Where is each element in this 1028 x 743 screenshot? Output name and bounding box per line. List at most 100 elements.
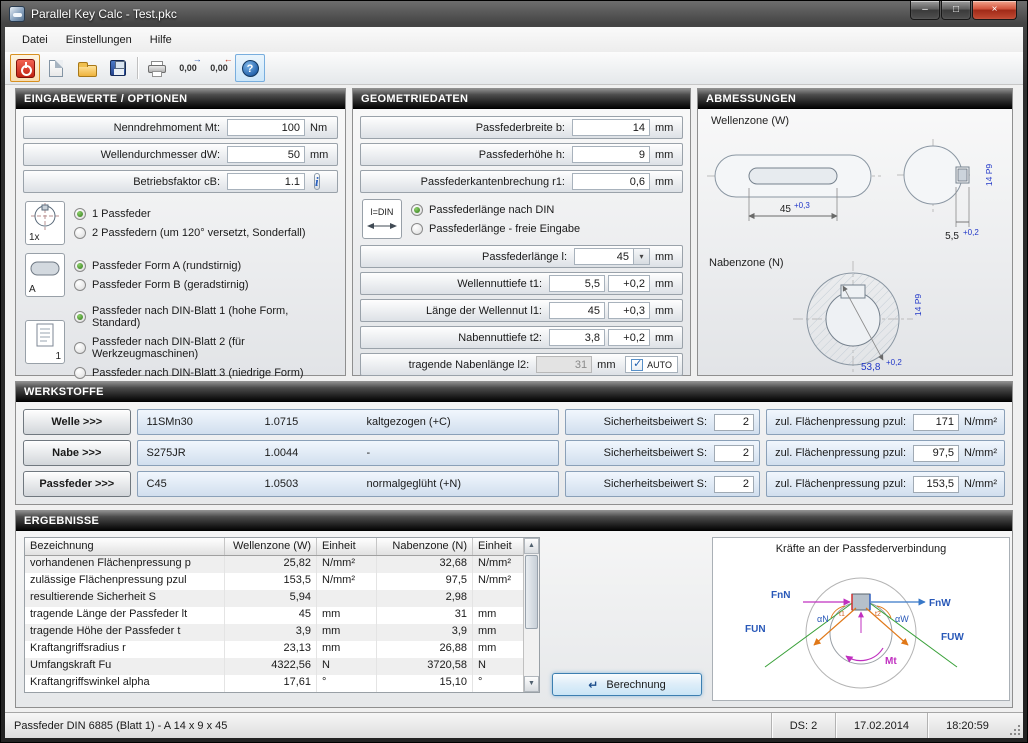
nabe-material-field[interactable]: S275JR 1.0044 - xyxy=(137,440,559,466)
status-date: 17.02.2014 xyxy=(835,713,927,738)
info-button[interactable] xyxy=(314,173,320,190)
resize-grip[interactable] xyxy=(1007,713,1023,738)
material-row-passfeder: Passfeder >>> C45 1.0503 normalgeglüht (… xyxy=(23,471,1005,497)
radio-form-a[interactable]: Passfeder Form A (rundstirnig) xyxy=(74,260,249,272)
radio-form-b[interactable]: Passfeder Form B (geradstirnig) xyxy=(74,279,249,291)
passfederbreite-input[interactable]: 14 xyxy=(572,119,650,136)
material-number: 1.0044 xyxy=(265,447,367,459)
radio-icon xyxy=(74,279,86,291)
radio-laenge-din[interactable]: Passfederlänge nach DIN xyxy=(411,204,580,216)
passfeder-safety-input[interactable]: 2 xyxy=(714,476,754,493)
radio-icon xyxy=(411,204,423,216)
exit-icon xyxy=(16,59,35,78)
passfeder-form-group: A Passfeder Form A (rundstirnig) Passfed… xyxy=(25,253,338,297)
radio-icon xyxy=(411,223,423,235)
hub-dia-dim: 53,8 xyxy=(861,362,881,373)
radio-din-blatt-2[interactable]: Passfeder nach DIN-Blatt 2 (für Werkzeug… xyxy=(74,336,338,360)
help-button[interactable]: ? xyxy=(235,54,265,82)
passfeder-button[interactable]: Passfeder >>> xyxy=(23,471,131,497)
wellendurchmesser-input[interactable]: 50 xyxy=(227,146,305,163)
scroll-up-icon[interactable]: ▲ xyxy=(524,538,539,554)
scrollbar-thumb[interactable] xyxy=(525,555,538,629)
shaft-depth-tol: +0,2 xyxy=(963,228,979,237)
open-folder-icon xyxy=(78,65,97,77)
section-ergebnisse-header: ERGEBNISSE xyxy=(16,511,1012,531)
passfeder-count-group: 1x 1 Passfeder 2 Passfedern (um 120° ver… xyxy=(25,201,338,245)
decimals-decrease-icon: 0,00← xyxy=(210,63,228,73)
nabenlaenge-input[interactable]: 31 xyxy=(536,356,592,373)
title-bar[interactable]: Parallel Key Calc - Test.pkc – □ × xyxy=(1,1,1027,27)
torque-label: Mt xyxy=(885,656,897,667)
nenndrehmoment-input[interactable]: 100 xyxy=(227,119,305,136)
t1-label: t1 xyxy=(839,611,845,618)
welle-material-field[interactable]: 11SMn30 1.0715 kaltgezogen (+C) xyxy=(137,409,559,435)
new-file-button[interactable] xyxy=(41,54,71,82)
field-label: Nenndrehmoment Mt: xyxy=(30,122,227,134)
angle-label-w: αW xyxy=(895,614,909,624)
shaft-section-icon xyxy=(26,202,64,232)
window-title: Parallel Key Calc - Test.pkc xyxy=(31,7,177,21)
wellennuttiefe-input[interactable]: 5,5 xyxy=(549,275,605,292)
menu-hilfe[interactable]: Hilfe xyxy=(141,31,181,49)
toolbar: 0,00→ 0,00← ? xyxy=(5,52,1023,85)
menu-datei[interactable]: Datei xyxy=(13,31,57,49)
table-scrollbar[interactable]: ▲ ▼ xyxy=(523,538,539,692)
passfederlaenge-input[interactable]: 45 xyxy=(574,248,633,265)
field-wellendurchmesser: Wellendurchmesser dW: 50 mm xyxy=(23,143,338,166)
welle-button[interactable]: Welle >>> xyxy=(23,409,131,435)
shaft-depth-dim: 5,5 xyxy=(945,231,959,242)
table-row: zulässige Flächenpressung pzul153,5N/mm²… xyxy=(25,573,523,590)
material-row-welle: Welle >>> 11SMn30 1.0715 kaltgezogen (+C… xyxy=(23,409,1005,435)
welle-safety-field: Sicherheitsbeiwert S: 2 xyxy=(565,409,760,435)
section-werkstoffe: WERKSTOFFE Welle >>> 11SMn30 1.0715 kalt… xyxy=(15,381,1013,505)
table-header-row: Bezeichnung Wellenzone (W) Einheit Naben… xyxy=(25,538,523,556)
app-window: Parallel Key Calc - Test.pkc – □ × Datei… xyxy=(0,0,1028,743)
open-file-button[interactable] xyxy=(72,54,102,82)
panel-abmessungen-header: ABMESSUNGEN xyxy=(698,89,1012,109)
wellennuttiefe-toleranz: +0,2 xyxy=(608,275,650,292)
auto-checkbox[interactable] xyxy=(631,359,643,371)
passfeder-pressure-value: 153,5 xyxy=(913,476,959,493)
nabennuttiefe-toleranz: +0,2 xyxy=(608,329,650,346)
radio-din-blatt-1[interactable]: Passfeder nach DIN-Blatt 1 (hohe Form, S… xyxy=(74,305,338,329)
radio-laenge-frei[interactable]: Passfederlänge - freie Eingabe xyxy=(411,223,580,235)
material-treatment: normalgeglüht (+N) xyxy=(367,478,549,490)
berechnung-button[interactable]: Berechnung xyxy=(552,673,702,696)
exit-button[interactable] xyxy=(10,54,40,82)
passfeder-form-icon: A xyxy=(25,253,65,297)
betriebsfaktor-input[interactable]: 1.1 xyxy=(227,173,305,190)
radio-2-passfedern[interactable]: 2 Passfedern (um 120° versetzt, Sonderfa… xyxy=(74,227,306,239)
table-row: resultierende Sicherheit S5,942,98 xyxy=(25,590,523,607)
welle-safety-input[interactable]: 2 xyxy=(714,414,754,431)
passfederhoehe-input[interactable]: 9 xyxy=(572,146,650,163)
din-blatt-icon: 1 xyxy=(25,320,65,364)
nabe-button[interactable]: Nabe >>> xyxy=(23,440,131,466)
decimals-decrease-button[interactable]: 0,00← xyxy=(204,54,234,82)
menu-bar: Datei Einstellungen Hilfe xyxy=(5,27,1023,52)
maximize-button[interactable]: □ xyxy=(941,1,971,20)
chevron-down-icon[interactable] xyxy=(633,248,650,265)
force-diagram-box: Kräfte an der Passfederverbindung xyxy=(712,537,1010,701)
wellennut-laenge-input[interactable]: 45 xyxy=(549,302,605,319)
nabe-safety-input[interactable]: 2 xyxy=(714,445,754,462)
field-label: Wellendurchmesser dW: xyxy=(30,149,227,161)
dimension-drawing: Wellenzone (W) 45 +0,3 xyxy=(698,109,1012,373)
close-button[interactable]: × xyxy=(972,1,1017,20)
scroll-down-icon[interactable]: ▼ xyxy=(524,676,539,692)
field-passfederlaenge: Passfederlänge l: 45 mm xyxy=(360,245,683,268)
panel-geometriedaten-header: GEOMETRIEDATEN xyxy=(353,89,690,109)
nabennuttiefe-input[interactable]: 3,8 xyxy=(549,329,605,346)
menu-einstellungen[interactable]: Einstellungen xyxy=(57,31,141,49)
save-button[interactable] xyxy=(103,54,133,82)
decimals-increase-icon: 0,00→ xyxy=(179,63,197,73)
passfeder-material-field[interactable]: C45 1.0503 normalgeglüht (+N) xyxy=(137,471,559,497)
laenge-mode-group: l=DIN Passfederlänge nach xyxy=(362,199,683,239)
print-button[interactable] xyxy=(142,54,172,82)
auto-checkbox-box[interactable]: AUTO xyxy=(625,356,678,373)
radio-din-blatt-3[interactable]: Passfeder nach DIN-Blatt 3 (niedrige For… xyxy=(74,367,338,379)
minimize-button[interactable]: – xyxy=(910,1,940,20)
radio-1-passfeder[interactable]: 1 Passfeder xyxy=(74,208,306,220)
decimals-increase-button[interactable]: 0,00→ xyxy=(173,54,203,82)
welle-pressure-value: 171 xyxy=(913,414,959,431)
kantenbrechung-input[interactable]: 0,6 xyxy=(572,173,650,190)
